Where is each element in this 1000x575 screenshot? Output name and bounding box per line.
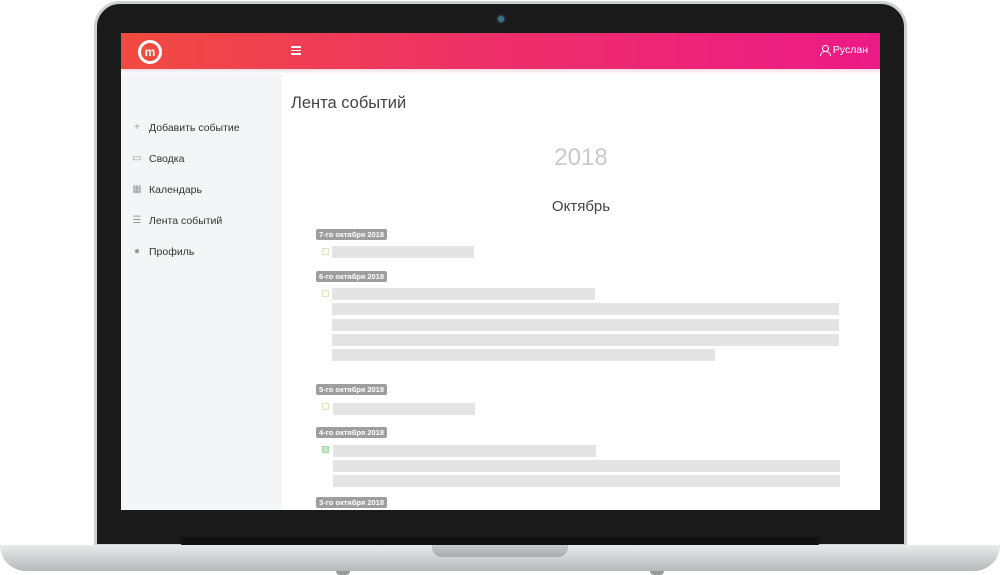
user-menu[interactable]: Руслан — [819, 44, 868, 56]
event-placeholder — [332, 288, 595, 300]
main-content: Лента событий 2018 Октябрь 7-го октября … — [282, 74, 880, 510]
user-icon: ● — [133, 246, 141, 257]
event-placeholder — [332, 246, 474, 258]
event-checkbox[interactable] — [322, 446, 329, 453]
sidebar-item-label: Календарь — [149, 183, 202, 196]
laptop-foot-right — [650, 571, 664, 575]
date-badge: 7-го октября 2018 — [316, 229, 388, 240]
event-placeholder — [333, 445, 596, 457]
date-badge: 6-го октября 2018 — [316, 271, 388, 282]
sidebar-item-calendar[interactable]: ▦ Календарь — [121, 174, 282, 205]
event-placeholder — [332, 334, 839, 346]
camera-dot — [498, 16, 504, 22]
app-logo[interactable]: m — [138, 40, 162, 64]
event-checkbox[interactable] — [322, 248, 329, 255]
event-checkbox[interactable] — [322, 403, 329, 410]
event-placeholder — [333, 475, 840, 487]
month-heading: Октябрь — [551, 198, 611, 215]
user-icon — [819, 45, 831, 56]
sidebar-item-label: Добавить событие — [149, 121, 240, 134]
logo-icon: m — [141, 43, 159, 61]
sidebar-item-label: Сводка — [149, 152, 185, 165]
menu-toggle-icon[interactable] — [291, 46, 301, 55]
sidebar-item-profile[interactable]: ● Профиль — [121, 236, 282, 267]
sidebar-item-feed[interactable]: ☰ Лента событий — [121, 205, 282, 236]
date-badge: 3-го октября 2018 — [316, 497, 388, 508]
sidebar-item-label: Лента событий — [149, 214, 223, 227]
top-bar: m Руслан — [121, 33, 880, 69]
plus-icon: + — [134, 122, 140, 133]
laptop-notch — [432, 545, 568, 557]
sidebar-item-summary[interactable]: ▭ Сводка — [121, 143, 282, 174]
calendar-icon: ▦ — [132, 184, 142, 195]
event-placeholder — [332, 319, 839, 331]
year-heading: 2018 — [554, 144, 608, 171]
event-checkbox[interactable] — [322, 290, 329, 297]
page-title: Лента событий — [291, 94, 407, 112]
id-card-icon: ▭ — [132, 153, 142, 164]
sidebar-item-label: Профиль — [149, 245, 195, 258]
date-badge: 4-го октября 2018 — [316, 427, 388, 438]
event-placeholder — [333, 460, 840, 472]
sidebar: + Добавить событие ▭ Сводка ▦ Календарь … — [121, 74, 282, 510]
laptop-foot-left — [336, 571, 350, 575]
event-placeholder — [333, 403, 475, 415]
app-screen: m Руслан + Добавить событие ▭ Сводка ▦ К… — [121, 33, 880, 510]
event-placeholder — [332, 303, 839, 315]
user-name: Руслан — [832, 44, 868, 56]
sidebar-item-add-event[interactable]: + Добавить событие — [121, 112, 282, 143]
date-badge: 5-го октября 2018 — [316, 384, 388, 395]
list-icon: ☰ — [132, 215, 142, 226]
event-placeholder — [332, 349, 715, 361]
